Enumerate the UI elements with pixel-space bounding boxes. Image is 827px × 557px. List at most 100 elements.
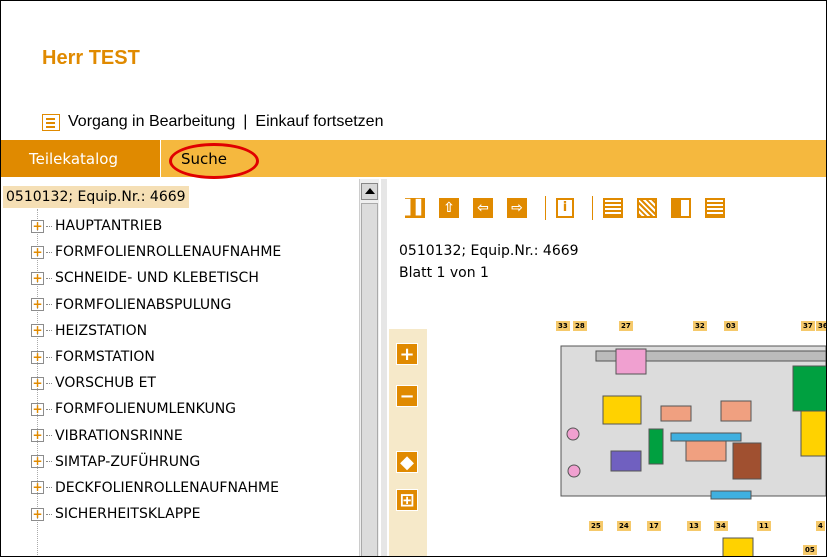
zoom-out-button[interactable]: −	[396, 385, 418, 407]
tree-item-heizstation[interactable]: + HEIZSTATION	[31, 318, 377, 344]
callout-label[interactable]: 25	[589, 521, 603, 531]
tree-item-formfolienrollenaufnahme[interactable]: + FORMFOLIENROLLENAUFNAHME	[31, 239, 377, 265]
expand-plus-icon[interactable]: +	[31, 245, 44, 259]
expand-plus-icon[interactable]: +	[31, 402, 44, 416]
expand-plus-icon[interactable]: +	[31, 324, 44, 338]
part-salmon-2	[720, 400, 752, 422]
zoom-in-button[interactable]: +	[396, 343, 418, 365]
tree-item-schneide-klebetisch[interactable]: + SCHNEIDE- UND KLEBETISCH	[31, 265, 377, 291]
tree-item-label: SCHNEIDE- UND KLEBETISCH	[55, 270, 259, 287]
info-icon[interactable]: i	[556, 198, 574, 218]
tab-suche[interactable]: Suche	[169, 140, 260, 179]
part-purple	[610, 450, 642, 472]
zoom-area-icon[interactable]: ⊞	[396, 489, 418, 511]
tree-dash	[46, 225, 52, 227]
callout-label[interactable]: 33	[556, 321, 570, 331]
tree-item-deckfolienrollenaufnahme[interactable]: + DECKFOLIENROLLENAUFNAHME	[31, 475, 377, 501]
expand-plus-icon[interactable]: +	[31, 481, 44, 495]
tree-dash	[46, 251, 52, 253]
callout-label[interactable]: 27	[619, 321, 633, 331]
part-blue-bottom	[710, 490, 752, 500]
user-name-heading: Herr TEST	[42, 47, 140, 69]
arrow-right-icon[interactable]: ⇨	[507, 198, 527, 218]
toolbar-separator	[545, 196, 546, 220]
tree-item-label: FORMSTATION	[55, 349, 155, 366]
part-salmon-3	[685, 440, 727, 462]
expand-plus-icon[interactable]: +	[31, 350, 44, 364]
tree-item-simtap-zufuehrung[interactable]: + SIMTAP-ZUFÜHRUNG	[31, 449, 377, 475]
exploded-drawing[interactable]: 33 28 27 32 03 37 36 25 24 17 13 34 11 4…	[431, 301, 826, 556]
tree-dash	[46, 461, 52, 463]
part-brown-block	[732, 442, 762, 480]
callout-label[interactable]: 28	[573, 321, 587, 331]
panel-divider[interactable]	[381, 179, 387, 556]
tree-item-label: VIBRATIONSRINNE	[55, 427, 183, 444]
expand-plus-icon[interactable]: +	[31, 219, 44, 233]
tab-teilekatalog[interactable]: Teilekatalog	[1, 140, 161, 177]
status-separator: |	[243, 113, 248, 130]
expand-plus-icon[interactable]: +	[31, 298, 44, 312]
tree-item-vorschub-et[interactable]: + VORSCHUB ET	[31, 370, 377, 396]
parts-tree-panel: 0510132; Equip.Nr.: 4669 + HAUPTANTRIEB +…	[1, 179, 377, 556]
process-status-label: Vorgang in Bearbeitung	[68, 113, 236, 130]
expand-plus-icon[interactable]: +	[31, 455, 44, 469]
callout-label[interactable]: 05	[803, 545, 817, 555]
status-line: Vorgang in Bearbeitung | Einkauf fortset…	[42, 111, 383, 133]
scroll-thumb[interactable]	[361, 203, 378, 556]
tree-item-formfolienumlenkung[interactable]: + FORMFOLIENUMLENKUNG	[31, 396, 377, 422]
callout-label[interactable]: 11	[757, 521, 771, 531]
toolbar-separator	[592, 196, 593, 220]
tree-item-formfolienabspulung[interactable]: + FORMFOLIENABSPULUNG	[31, 292, 377, 318]
split-view-icon[interactable]	[671, 198, 691, 218]
continue-shopping-link[interactable]: Einkauf fortsetzen	[255, 113, 383, 131]
tree-item-label: FORMFOLIENROLLENAUFNAHME	[55, 244, 282, 261]
tree-item-label: FORMFOLIENUMLENKUNG	[55, 401, 237, 418]
list-view-icon[interactable]	[603, 198, 623, 218]
tree-item-label: DECKFOLIENROLLENAUFNAHME	[55, 479, 279, 496]
scroll-up-button[interactable]	[361, 183, 378, 200]
callout-label[interactable]: 37	[801, 321, 815, 331]
tree-item-formstation[interactable]: + FORMSTATION	[31, 344, 377, 370]
expand-plus-icon[interactable]: +	[31, 429, 44, 443]
tree-dash	[46, 356, 52, 358]
callout-label[interactable]: 03	[724, 321, 738, 331]
tree-dash	[46, 382, 52, 384]
tree-item-hauptantrieb[interactable]: + HAUPTANTRIEB	[31, 213, 377, 239]
equipment-label: 0510132; Equip.Nr.: 4669	[399, 243, 579, 259]
arrow-up-icon[interactable]: ⇧	[439, 198, 459, 218]
callout-label[interactable]: 36	[816, 321, 826, 331]
expand-plus-icon[interactable]: +	[31, 271, 44, 285]
tree-item-vibrationsrinne[interactable]: + VIBRATIONSRINNE	[31, 423, 377, 449]
part-pink-wheel-2	[567, 464, 581, 478]
tree-scrollbar[interactable]	[359, 179, 379, 556]
print-icon[interactable]	[705, 198, 725, 218]
callout-label[interactable]: 24	[617, 521, 631, 531]
arrow-left-icon[interactable]: ⇦	[473, 198, 493, 218]
expand-plus-icon[interactable]: +	[31, 507, 44, 521]
tree-root-node[interactable]: 0510132; Equip.Nr.: 4669	[3, 186, 189, 208]
machine-frame	[560, 345, 826, 497]
tree-item-label: HAUPTANTRIEB	[55, 218, 163, 235]
callout-label[interactable]: 32	[693, 321, 707, 331]
expand-plus-icon[interactable]: +	[31, 376, 44, 390]
tree-dash	[46, 330, 52, 332]
callout-label[interactable]: 13	[687, 521, 701, 531]
part-yellow-right	[800, 410, 826, 457]
sheet-label: Blatt 1 von 1	[399, 265, 489, 281]
tree-item-sicherheitsklappe[interactable]: + SICHERHEITSKLAPPE	[31, 501, 377, 527]
part-salmon	[660, 405, 692, 422]
part-green-right	[792, 365, 826, 412]
callout-label[interactable]: 4	[816, 521, 825, 531]
callout-label[interactable]: 34	[714, 521, 728, 531]
tree-dash	[46, 277, 52, 279]
viewer-toolbar: ▌▌ ⇧ ⇦ ⇨ i	[405, 195, 739, 221]
grid-view-icon[interactable]	[637, 198, 657, 218]
part-yellow-block	[602, 395, 642, 425]
app-frame: Herr TEST Vorgang in Bearbeitung | Einka…	[0, 0, 827, 557]
tab-bar: Teilekatalog Suche	[1, 140, 826, 179]
fit-view-icon[interactable]: ◆	[396, 451, 418, 473]
first-page-icon[interactable]: ▌▌	[405, 198, 427, 218]
tree-item-label: HEIZSTATION	[55, 322, 148, 339]
tree-item-label: SICHERHEITSKLAPPE	[55, 506, 201, 523]
callout-label[interactable]: 17	[647, 521, 661, 531]
